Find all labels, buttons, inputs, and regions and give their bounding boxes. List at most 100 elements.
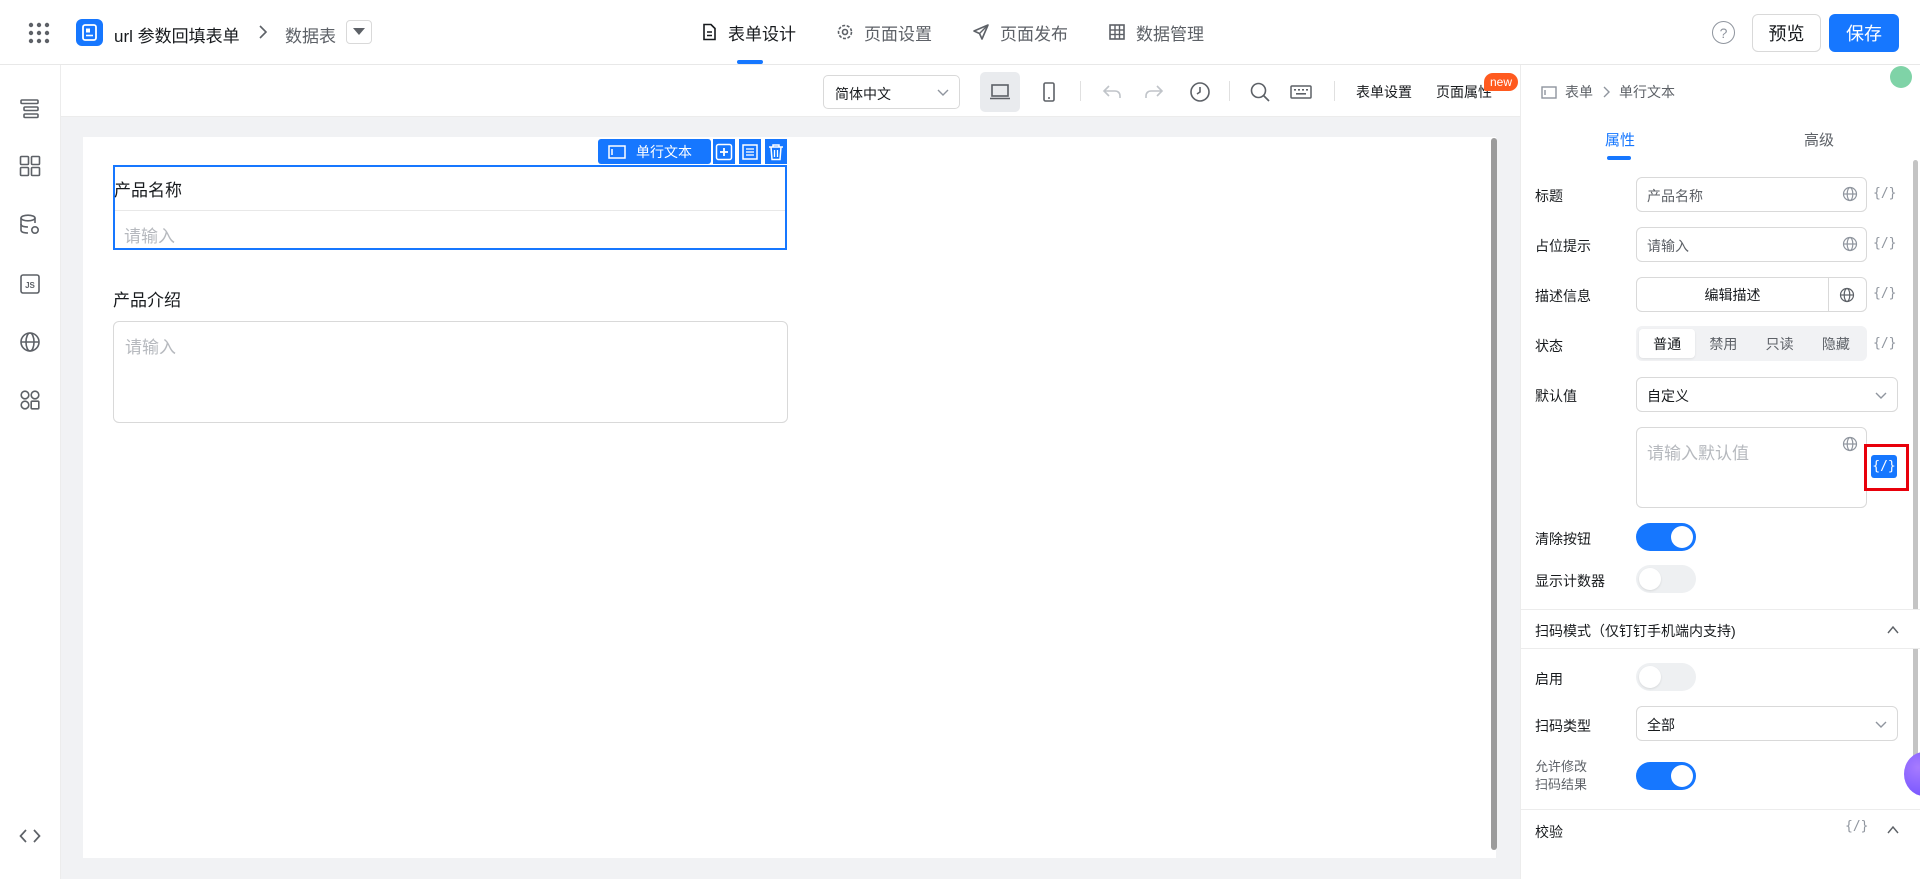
save-button[interactable]: 保存 (1829, 14, 1899, 52)
plugins-icon[interactable] (18, 388, 42, 412)
chevron-up-icon (1887, 625, 1899, 634)
placeholder-input[interactable]: 请输入 (1636, 227, 1867, 262)
code-binding-icon[interactable]: {/} (1873, 186, 1896, 201)
js-code-icon[interactable]: JS (18, 272, 42, 296)
undo-icon[interactable] (1100, 80, 1124, 104)
panel-crumb-form[interactable]: 表单 (1565, 82, 1593, 102)
product-intro-textarea[interactable]: 请输入 (113, 321, 788, 423)
default-value-textarea[interactable]: 请输入默认值 (1636, 427, 1867, 508)
scan-enable-label: 启用 (1535, 671, 1563, 687)
globe-icon[interactable] (1842, 436, 1858, 452)
app-title[interactable]: url 参数回填表单 (114, 22, 240, 47)
preview-button[interactable]: 预览 (1752, 14, 1821, 52)
scan-enable-toggle[interactable] (1636, 663, 1696, 691)
globe-icon[interactable] (18, 330, 42, 354)
app-grid-icon[interactable] (28, 22, 50, 44)
panel-scrollbar[interactable] (1913, 160, 1918, 770)
selected-component-tag[interactable]: 单行文本 (598, 139, 711, 164)
chevron-down-icon (1875, 721, 1887, 728)
scan-type-value: 全部 (1647, 717, 1675, 733)
tab-data-management[interactable]: 数据管理 (1108, 0, 1204, 64)
product-name-input[interactable]: 请输入 (124, 222, 175, 247)
globe-icon[interactable] (1842, 236, 1858, 252)
copy-component-button[interactable] (739, 139, 761, 164)
clear-button-label: 清除按钮 (1535, 531, 1591, 547)
send-icon (973, 24, 989, 40)
state-segmented-control: 普通 禁用 只读 隐藏 (1636, 326, 1867, 361)
search-icon[interactable] (1248, 80, 1272, 104)
scan-type-label: 扫码类型 (1535, 718, 1591, 734)
panel-crumb-component: 单行文本 (1619, 84, 1675, 100)
clear-button-toggle[interactable] (1636, 523, 1696, 551)
counter-toggle[interactable] (1636, 565, 1696, 593)
code-binding-icon[interactable]: {/} (1873, 336, 1896, 351)
validate-title: 校验 (1535, 824, 1563, 840)
app-logo (76, 19, 103, 46)
breadcrumb-data-table[interactable]: 数据表 (285, 22, 336, 47)
top-bar: url 参数回填表单 数据表 表单设计 页面设置 页面发布 数据管理 ? 预览 … (0, 0, 1920, 65)
default-mode-value: 自定义 (1647, 388, 1689, 404)
state-disabled[interactable]: 禁用 (1695, 329, 1751, 358)
tab-page-publish[interactable]: 页面发布 (972, 0, 1068, 64)
desktop-view-button[interactable] (980, 72, 1020, 112)
allow-edit-label-1: 允许修改 (1535, 759, 1588, 774)
form-settings-button[interactable]: 表单设置 (1356, 82, 1412, 102)
tab-form-design[interactable]: 表单设计 (700, 0, 796, 64)
delete-component-button[interactable] (765, 139, 787, 164)
document-icon (703, 23, 716, 41)
default-value-code-button[interactable]: {/} (1871, 455, 1897, 478)
globe-icon[interactable] (1842, 186, 1858, 202)
help-icon[interactable]: ? (1712, 21, 1735, 44)
left-rail: JS (0, 65, 61, 879)
selected-component-label: 单行文本 (636, 143, 692, 160)
breadcrumb-dropdown[interactable] (346, 20, 372, 44)
state-readonly[interactable]: 只读 (1752, 329, 1808, 358)
code-binding-icon[interactable]: {/} (1873, 236, 1896, 251)
code-binding-icon[interactable]: {/} (1845, 819, 1868, 834)
history-icon[interactable] (1188, 80, 1212, 104)
allow-edit-label-2: 扫码结果 (1535, 777, 1588, 792)
chevron-down-icon (937, 89, 949, 96)
chevron-right-icon (1603, 86, 1610, 98)
default-mode-select[interactable]: 自定义 (1636, 377, 1898, 412)
scan-type-select[interactable]: 全部 (1636, 706, 1898, 741)
chevron-up-icon (1887, 825, 1899, 834)
description-i18n-button[interactable] (1828, 277, 1867, 312)
trash-icon (769, 143, 783, 160)
text-input-icon (608, 144, 626, 159)
redo-icon[interactable] (1142, 80, 1166, 104)
scan-mode-title: 扫码模式（仅钉钉手机端内支持) (1535, 623, 1736, 639)
add-component-button[interactable] (713, 139, 735, 164)
copy-icon (742, 143, 758, 160)
form-icon (82, 24, 97, 41)
validate-section-header[interactable]: 校验 {/} (1521, 809, 1920, 849)
selected-field-outline[interactable] (113, 165, 787, 250)
caret-down-icon (353, 28, 365, 35)
language-select[interactable]: 简体中文 (823, 75, 960, 109)
placeholder-value: 请输入 (1647, 238, 1689, 254)
state-normal[interactable]: 普通 (1639, 329, 1696, 358)
edit-description-button[interactable]: 编辑描述 (1636, 277, 1829, 312)
title-input[interactable]: 产品名称 (1636, 177, 1867, 212)
tab-advanced[interactable]: 高级 (1804, 129, 1834, 150)
outline-tree-icon[interactable] (18, 97, 42, 121)
components-grid-icon[interactable] (18, 154, 42, 178)
chevron-down-icon (1875, 392, 1887, 399)
tab-page-settings[interactable]: 页面设置 (836, 0, 932, 64)
mobile-icon (1043, 82, 1055, 102)
language-value: 简体中文 (835, 86, 891, 102)
canvas-scrollbar[interactable] (1491, 138, 1497, 850)
keyboard-icon[interactable] (1289, 80, 1313, 104)
code-binding-icon[interactable]: {/} (1873, 286, 1896, 301)
textarea-placeholder: 请输入 (125, 338, 176, 357)
datasource-icon[interactable] (18, 213, 42, 237)
add-box-icon (715, 143, 733, 160)
scan-mode-section-header[interactable]: 扫码模式（仅钉钉手机端内支持) (1521, 609, 1920, 649)
toolbar-divider (1080, 81, 1081, 101)
status-dot (1890, 66, 1912, 88)
mobile-view-button[interactable] (1029, 72, 1069, 112)
source-code-icon[interactable] (18, 824, 42, 848)
tab-properties[interactable]: 属性 (1605, 129, 1635, 150)
state-hidden[interactable]: 隐藏 (1808, 329, 1864, 358)
allow-edit-toggle[interactable] (1636, 762, 1696, 790)
